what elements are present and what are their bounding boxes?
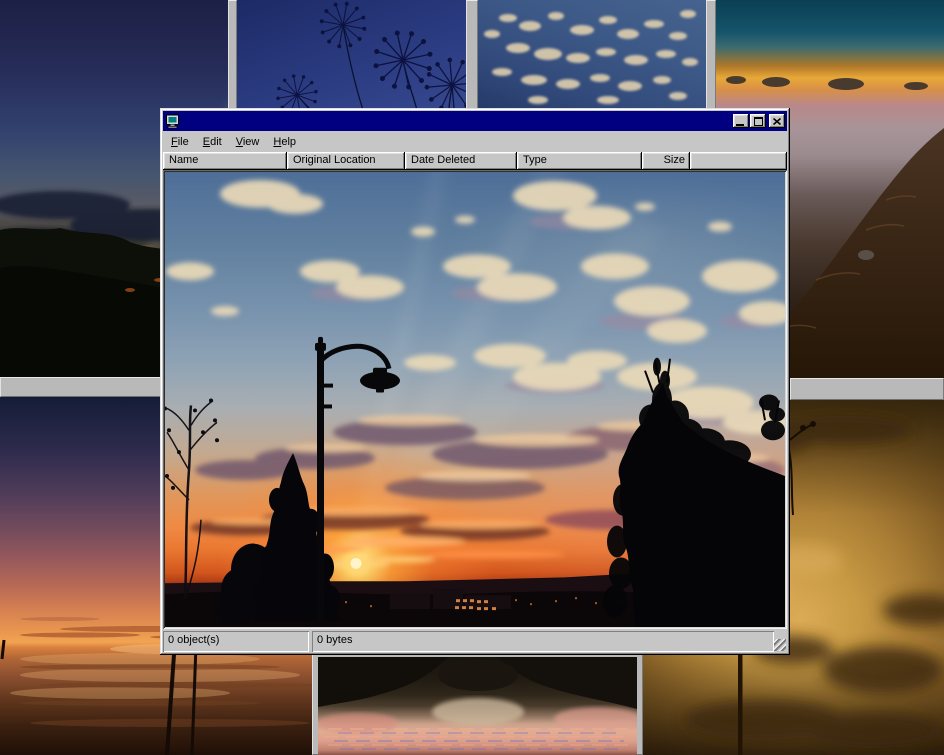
background-window-cloud-photo[interactable]: [478, 0, 706, 110]
computer-icon[interactable]: [165, 114, 181, 129]
status-bytes: 0 bytes: [312, 631, 774, 652]
menu-bar: File Edit View Help: [163, 132, 787, 152]
menu-item-help[interactable]: Help: [266, 134, 303, 151]
column-header-date-deleted[interactable]: Date Deleted: [405, 152, 517, 170]
background-window-water-reflection-photo[interactable]: [318, 657, 637, 755]
maximize-icon: [754, 117, 763, 126]
status-bar: 0 object(s) 0 bytes: [163, 629, 787, 652]
close-button[interactable]: [769, 114, 785, 128]
column-header-type[interactable]: Type: [517, 152, 642, 170]
title-bar[interactable]: [163, 111, 787, 131]
column-header-size[interactable]: Size: [642, 152, 690, 170]
menu-item-edit[interactable]: Edit: [196, 134, 229, 151]
recycle-bin-window: File Edit View Help Name Original Locati…: [160, 108, 790, 655]
status-objects: 0 object(s): [163, 631, 309, 652]
menu-item-file[interactable]: File: [164, 134, 196, 151]
dried-flowers-art: [237, 0, 466, 110]
sunset-photo-art: [165, 172, 785, 627]
maximize-button[interactable]: [750, 114, 766, 128]
sunset-photo: [165, 172, 785, 627]
minimize-button[interactable]: [733, 114, 749, 128]
column-header-original-location[interactable]: Original Location: [287, 152, 405, 170]
desktop: File Edit View Help Name Original Locati…: [0, 0, 944, 755]
background-window-frame: [706, 0, 716, 112]
background-window-frame: [466, 0, 478, 112]
minimize-icon: [736, 124, 744, 126]
cloud-photo-art: [478, 0, 706, 110]
file-list-area[interactable]: [163, 170, 787, 629]
resize-grip-icon[interactable]: [774, 639, 786, 651]
column-header-name[interactable]: Name: [163, 152, 287, 170]
background-window-frame: [790, 378, 944, 400]
column-header-row: Name Original Location Date Deleted Type…: [163, 152, 787, 170]
reflection-art: [318, 657, 637, 755]
column-header-filler: [690, 152, 787, 170]
background-window-dried-flowers-photo[interactable]: [237, 0, 466, 110]
close-icon: [773, 118, 781, 125]
menu-item-view[interactable]: View: [229, 134, 267, 151]
